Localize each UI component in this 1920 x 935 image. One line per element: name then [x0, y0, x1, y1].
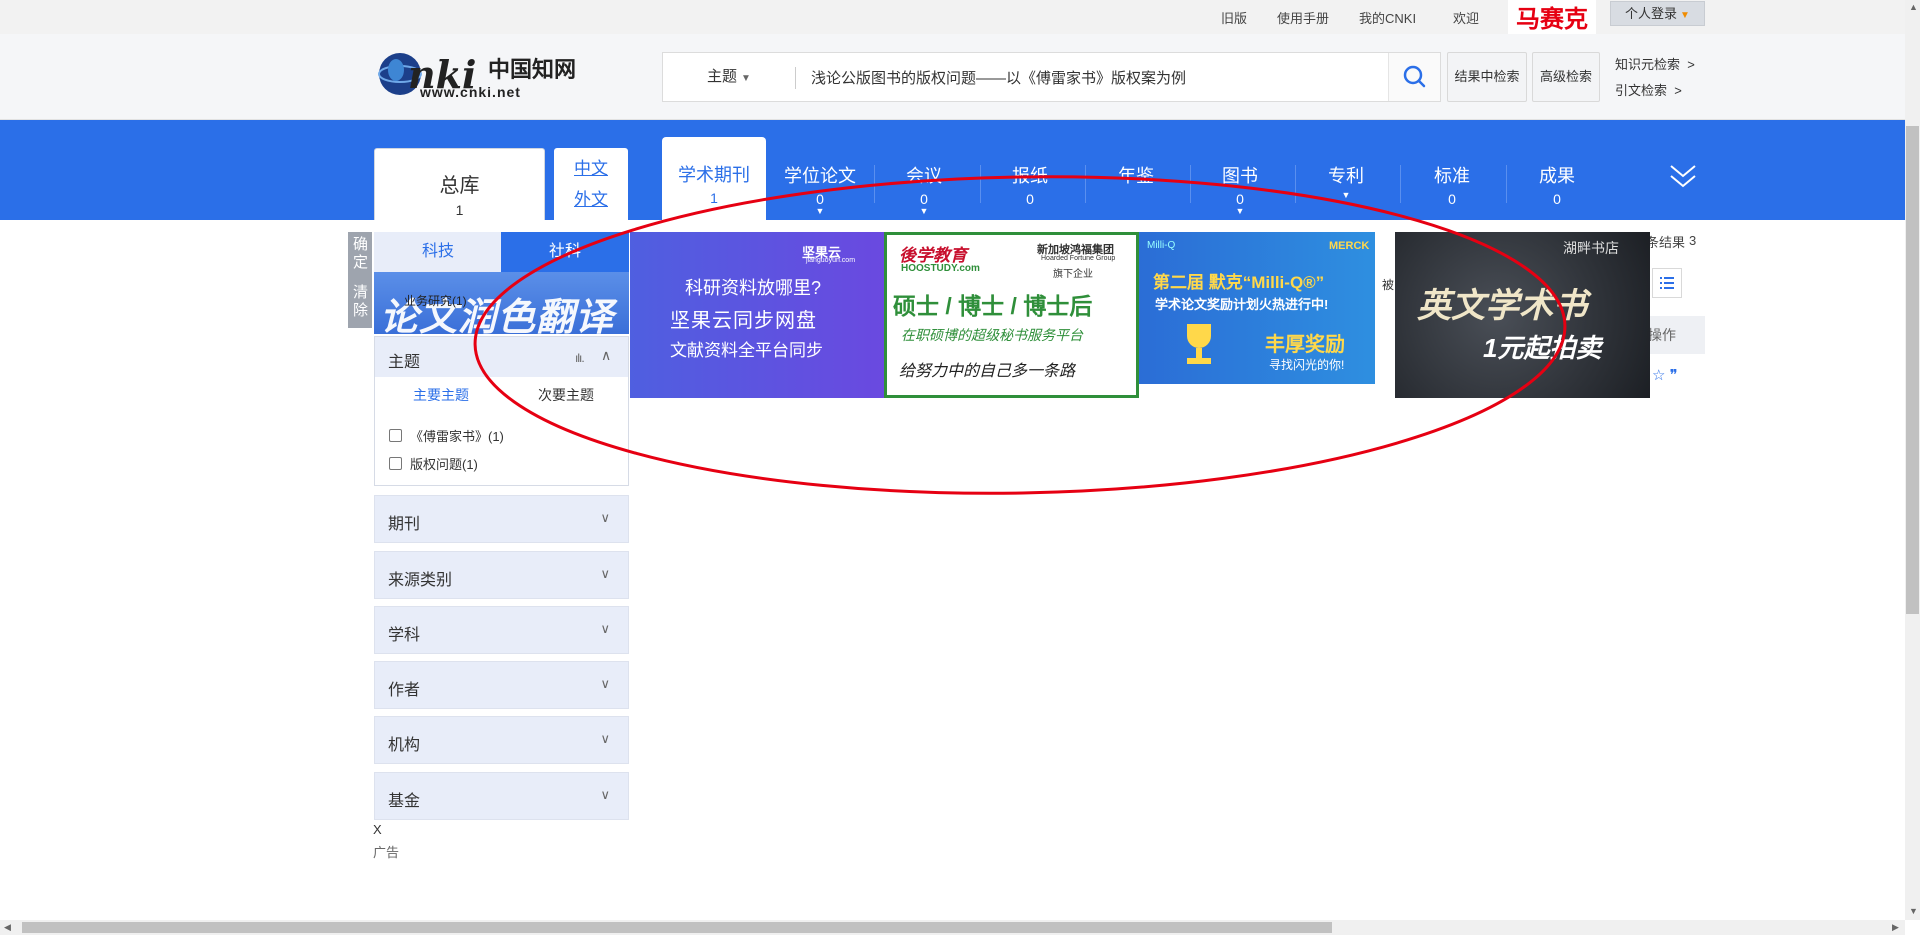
annotation-ellipse	[473, 175, 1567, 495]
chevron-down-icon: ∨	[600, 510, 610, 525]
advanced-search-button[interactable]: 高级检索	[1532, 52, 1600, 102]
chevron-down-icon: ∨	[600, 566, 610, 581]
expand-more-icon[interactable]	[1668, 160, 1698, 194]
search-type-select[interactable]: 主题 ▼	[663, 53, 795, 101]
old-version-link[interactable]: 旧版	[1221, 8, 1247, 27]
facet-discipline[interactable]: 学科 ∨	[374, 606, 629, 654]
scroll-down-arrow-icon[interactable]: ▼	[1909, 906, 1918, 916]
citation-search-link[interactable]: 引文检索 >	[1615, 80, 1682, 99]
facet-journal[interactable]: 期刊 ∨	[374, 495, 629, 543]
search-input[interactable]	[809, 53, 1389, 101]
confirm-clear-column: 确定 清除	[348, 232, 372, 328]
scroll-left-arrow-icon[interactable]: ◀	[4, 922, 11, 933]
cnki-logo[interactable]: nki 中国知网 www.cnki.net	[376, 48, 576, 104]
facet-institution[interactable]: 机构 ∨	[374, 716, 629, 764]
welcome-text: 欢迎	[1453, 11, 1480, 26]
close-ad-button[interactable]: X	[373, 822, 382, 837]
confirm-button[interactable]: 确定	[352, 236, 369, 272]
facet-source-type[interactable]: 来源类别 ∨	[374, 551, 629, 599]
facet-title: 期刊	[388, 516, 421, 533]
facet-title: 主题	[388, 354, 421, 371]
horizontal-scroll-thumb[interactable]	[22, 922, 1332, 933]
facet-title: 作者	[388, 682, 421, 699]
search-box: 主题 ▼	[662, 52, 1441, 102]
chevron-down-icon: ∨	[600, 731, 610, 746]
chevron-down-icon: ▼	[1680, 10, 1690, 21]
facet-title: 机构	[388, 737, 421, 754]
results-label: 条结果	[1646, 235, 1686, 250]
logo-cn-text: 中国知网	[488, 57, 577, 83]
logo-url-text: www.cnki.net	[420, 84, 521, 100]
login-label: 个人登录	[1625, 6, 1678, 21]
search-in-results-button[interactable]: 结果中检索	[1447, 52, 1527, 102]
user-manual-link[interactable]: 使用手册	[1277, 8, 1329, 27]
operation-icons: ☆ ❞	[1652, 366, 1678, 384]
favorite-icon[interactable]: ☆	[1652, 367, 1665, 384]
citation-search-label: 引文检索	[1615, 83, 1668, 98]
search-button[interactable]	[1388, 53, 1440, 101]
chevron-down-icon: ∨	[600, 621, 610, 636]
username-mosaic: 马赛克	[1508, 0, 1596, 38]
checkbox[interactable]	[389, 457, 402, 470]
list-view-icon[interactable]	[1652, 268, 1682, 298]
my-cnki-link[interactable]: 我的CNKI	[1359, 8, 1416, 27]
ad-label: 广告	[373, 845, 400, 860]
checkbox[interactable]	[389, 429, 402, 442]
search-icon	[1403, 65, 1426, 88]
facet-fund[interactable]: 基金 ∨	[374, 772, 629, 820]
chevron-down-icon: ∨	[600, 676, 610, 691]
clear-button[interactable]: 清除	[352, 284, 369, 320]
facet-title: 基金	[388, 793, 421, 810]
header: nki 中国知网 www.cnki.net 主题▼ 结果中检索 高级检索 知识元…	[0, 34, 1905, 120]
caret-down-icon: ▼	[741, 73, 751, 84]
vertical-scroll-thumb[interactable]	[1906, 126, 1919, 614]
scroll-right-arrow-icon[interactable]: ▶	[1892, 922, 1899, 933]
chevron-down-icon: ∨	[600, 787, 610, 802]
quote-icon[interactable]: ❞	[1670, 367, 1678, 384]
results-count: 3	[1689, 233, 1697, 248]
divider	[795, 67, 796, 89]
search-type-label: 主题	[707, 68, 738, 85]
knowledge-search-link[interactable]: 知识元检索 >	[1615, 54, 1695, 73]
facet-title: 来源类别	[388, 572, 453, 589]
personal-login-button[interactable]: 个人登录 ▼	[1610, 1, 1705, 26]
facet-author[interactable]: 作者 ∨	[374, 661, 629, 709]
knowledge-search-label: 知识元检索	[1615, 57, 1681, 72]
facet-title: 学科	[388, 627, 421, 644]
scroll-up-arrow-icon[interactable]: ▲	[1909, 2, 1918, 12]
